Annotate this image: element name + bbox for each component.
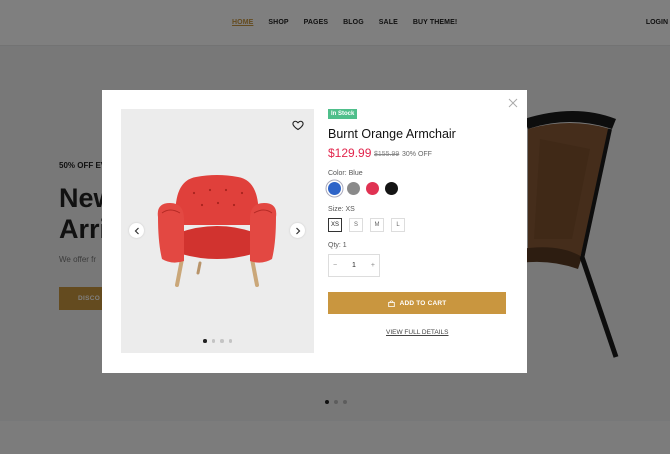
size-option-m[interactable]: M xyxy=(370,218,384,232)
gallery-prev-button[interactable] xyxy=(129,223,144,238)
color-label: Color: Blue xyxy=(328,170,363,177)
color-swatch-red[interactable] xyxy=(366,182,379,195)
color-swatch-blue[interactable] xyxy=(328,182,341,195)
stock-badge: In Stock xyxy=(328,109,358,119)
size-option-s[interactable]: S xyxy=(349,218,363,232)
gallery-dots xyxy=(203,339,232,343)
size-label: Size: XS xyxy=(328,206,355,213)
color-swatches xyxy=(328,182,398,195)
size-options: XS S M L xyxy=(328,218,405,232)
product-price: $129.99 xyxy=(328,146,372,160)
shopping-bag-icon xyxy=(387,299,395,307)
discount-label: 30% OFF xyxy=(402,151,432,158)
quantity-value[interactable]: 1 xyxy=(352,262,356,269)
view-full-details-link[interactable]: VIEW FULL DETAILS xyxy=(386,329,449,336)
color-swatch-black[interactable] xyxy=(385,182,398,195)
product-title: Burnt Orange Armchair xyxy=(328,127,456,141)
add-to-cart-label: ADD TO CART xyxy=(399,299,447,307)
quantity-decrease-button[interactable]: − xyxy=(333,262,337,269)
color-swatch-gray[interactable] xyxy=(347,182,360,195)
gallery-dot-4[interactable] xyxy=(228,339,232,343)
armchair-product-image xyxy=(157,175,277,287)
gallery-dot-1[interactable] xyxy=(203,339,207,343)
product-gallery xyxy=(121,109,314,353)
gallery-dot-3[interactable] xyxy=(220,339,224,343)
wishlist-heart-icon[interactable] xyxy=(292,119,304,131)
gallery-next-button[interactable] xyxy=(290,223,305,238)
chevron-right-icon xyxy=(295,227,300,234)
add-to-cart-button[interactable]: ADD TO CART xyxy=(328,292,506,314)
size-option-xs[interactable]: XS xyxy=(328,218,342,232)
quantity-label: Qty: 1 xyxy=(328,242,347,249)
quick-view-modal: In Stock Burnt Orange Armchair $129.99 $… xyxy=(102,90,527,373)
close-icon[interactable] xyxy=(508,98,518,108)
chevron-left-icon xyxy=(134,227,139,234)
original-price: $155.99 xyxy=(374,151,400,158)
quantity-increase-button[interactable]: + xyxy=(371,262,375,269)
size-option-l[interactable]: L xyxy=(391,218,405,232)
gallery-dot-2[interactable] xyxy=(211,339,215,343)
quantity-stepper: − 1 + xyxy=(328,254,380,277)
